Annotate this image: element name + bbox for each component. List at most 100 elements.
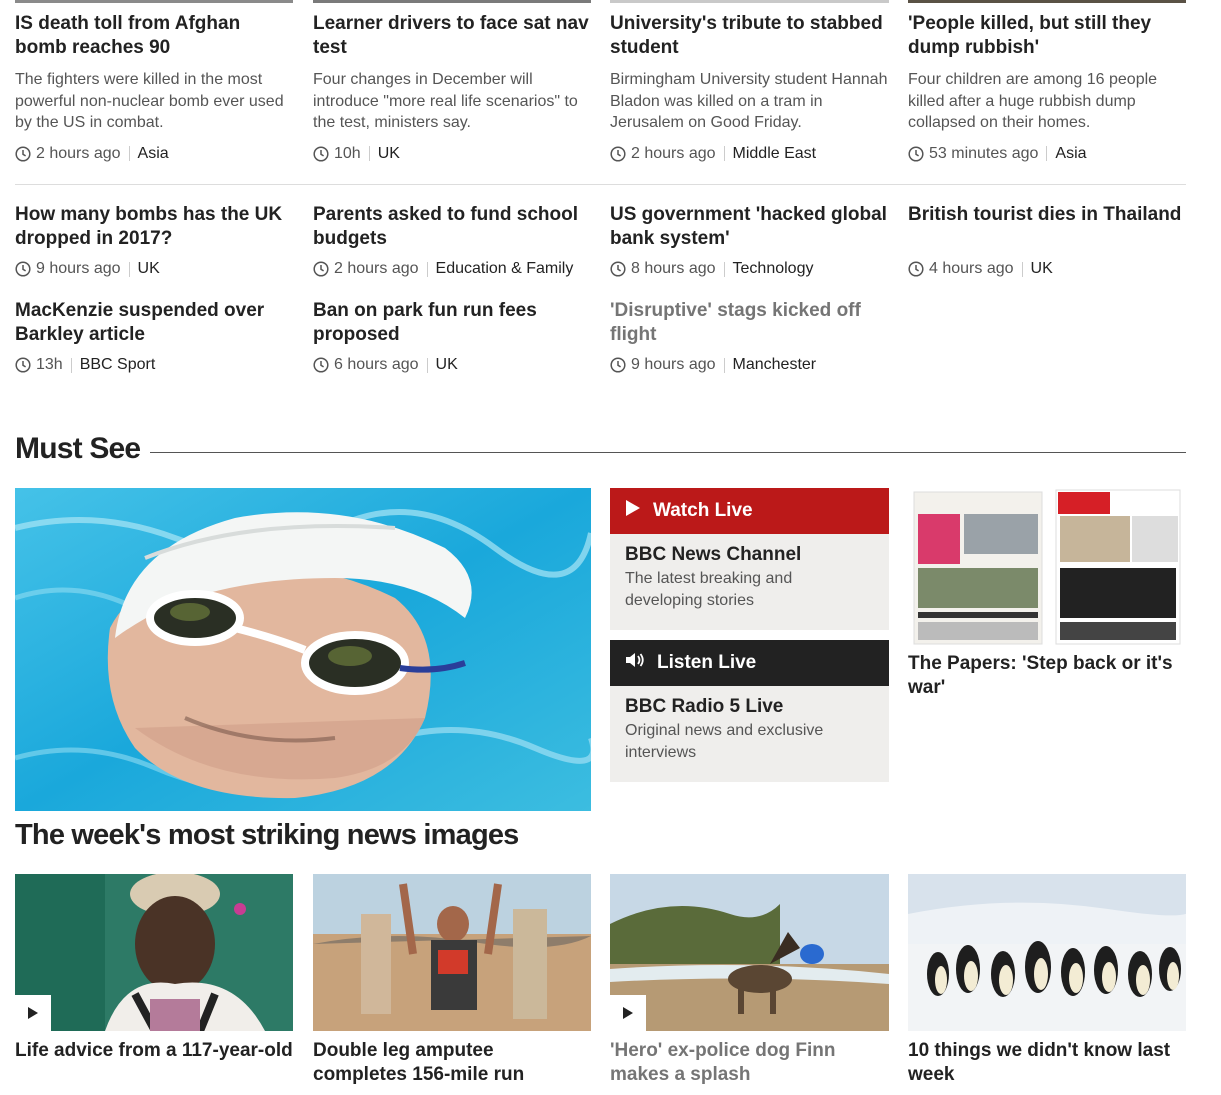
thumbnail[interactable] xyxy=(313,874,591,1031)
thumbnail-title[interactable]: 10 things we didn't know last week xyxy=(908,1039,1186,1087)
story-card: Ban on park fun run fees proposed 6 hour… xyxy=(313,299,591,375)
story-section-link[interactable]: Manchester xyxy=(733,356,817,374)
papers-headline[interactable]: The Papers: 'Step back or it's war' xyxy=(908,652,1186,700)
section-rule xyxy=(150,452,1186,453)
story-meta: 10h UK xyxy=(313,144,591,164)
clock-icon xyxy=(313,145,329,162)
story-card: IS death toll from Afghan bomb reaches 9… xyxy=(15,12,293,164)
story-headline[interactable]: Parents asked to fund school budgets xyxy=(313,203,591,251)
story-meta: 4 hours ago UK xyxy=(908,259,1186,279)
story-time: 4 hours ago xyxy=(929,260,1014,277)
watch-live-label: Watch Live xyxy=(653,500,753,521)
story-section-link[interactable]: Asia xyxy=(138,145,169,163)
hero-image[interactable] xyxy=(15,488,591,811)
play-icon xyxy=(28,1007,38,1019)
meta-divider xyxy=(723,261,725,277)
story-headline[interactable]: Ban on park fun run fees proposed xyxy=(313,299,591,347)
story-time: 2 hours ago xyxy=(334,260,419,277)
story-section-link[interactable]: BBC Sport xyxy=(80,356,156,374)
newspaper-front-pages xyxy=(908,488,1186,646)
story-headline[interactable]: Learner drivers to face sat nav test xyxy=(313,12,591,60)
clock-icon xyxy=(313,357,329,373)
story-meta: 8 hours ago Technology xyxy=(610,259,889,279)
clock-icon xyxy=(908,261,924,277)
station-name: BBC Radio 5 Live xyxy=(625,696,784,717)
story-time: 2 hours ago xyxy=(36,144,121,162)
meta-divider xyxy=(1046,146,1048,161)
watch-live-body: BBC News Channel The latest breaking and… xyxy=(610,534,889,612)
story-headline[interactable]: MacKenzie suspended over Barkley article xyxy=(15,299,293,347)
thumbnail-title[interactable]: 'Hero' ex-police dog Finn makes a splash xyxy=(610,1039,889,1087)
story-meta: 9 hours ago UK xyxy=(15,259,293,279)
story-time: 9 hours ago xyxy=(631,356,716,373)
story-headline[interactable]: IS death toll from Afghan bomb reaches 9… xyxy=(15,12,293,60)
meta-divider xyxy=(128,261,130,277)
story-headline[interactable]: 'People killed, but still they dump rubb… xyxy=(908,12,1186,60)
story-headline[interactable]: British tourist dies in Thailand xyxy=(908,203,1186,227)
story-meta: 2 hours ago Middle East xyxy=(610,144,889,164)
meta-divider xyxy=(723,146,725,161)
clock-icon xyxy=(313,261,329,277)
newspapers-image[interactable] xyxy=(908,488,1186,646)
thumbnail-title[interactable]: Double leg amputee completes 156-mile ru… xyxy=(313,1039,591,1087)
police-dog-image xyxy=(610,874,889,1031)
story-card: How many bombs has the UK dropped in 201… xyxy=(15,203,293,279)
section-divider xyxy=(15,184,1186,185)
clock-icon xyxy=(610,357,626,373)
thumbnail[interactable] xyxy=(15,874,293,1031)
story-section-link[interactable]: UK xyxy=(138,260,160,278)
story-time: 10h xyxy=(334,144,361,162)
story-headline[interactable]: US government 'hacked global bank system… xyxy=(610,203,889,251)
story-section-link[interactable]: UK xyxy=(1031,260,1053,278)
thumbnail-title[interactable]: Life advice from a 117-year-old xyxy=(15,1039,293,1063)
story-time: 6 hours ago xyxy=(334,356,419,373)
listen-live-card[interactable]: Listen Live BBC Radio 5 Live Original ne… xyxy=(610,640,889,782)
watch-live-card[interactable]: Watch Live BBC News Channel The latest b… xyxy=(610,488,889,630)
story-section-link[interactable]: Technology xyxy=(733,260,814,278)
story-time: 2 hours ago xyxy=(631,144,716,162)
clock-icon xyxy=(15,145,31,162)
story-summary: Four children are among 16 people killed… xyxy=(908,71,1158,131)
meta-divider xyxy=(1021,261,1023,277)
clock-icon xyxy=(908,145,924,162)
story-section-link[interactable]: UK xyxy=(378,145,400,163)
story-meta: 53 minutes ago Asia xyxy=(908,144,1186,164)
clock-icon xyxy=(15,261,31,277)
story-section-link[interactable]: Education & Family xyxy=(436,260,574,278)
story-section-link[interactable]: Asia xyxy=(1055,145,1086,163)
elderly-woman-image xyxy=(15,874,293,1031)
image-strip xyxy=(15,0,293,3)
story-headline[interactable]: University's tribute to stabbed student xyxy=(610,12,889,60)
story-meta: 2 hours ago Education & Family xyxy=(313,259,591,279)
story-headline[interactable]: How many bombs has the UK dropped in 201… xyxy=(15,203,293,251)
image-strip xyxy=(610,0,889,3)
story-meta: 2 hours ago Asia xyxy=(15,144,293,164)
runner-image xyxy=(313,874,591,1031)
story-meta: 13h BBC Sport xyxy=(15,355,293,375)
clock-icon xyxy=(15,357,31,373)
listen-live-body: BBC Radio 5 Live Original news and exclu… xyxy=(610,686,889,764)
story-meta: 6 hours ago UK xyxy=(313,355,591,375)
thumbnail[interactable] xyxy=(610,874,889,1031)
channel-name: BBC News Channel xyxy=(625,544,802,565)
story-card: Learner drivers to face sat nav test Fou… xyxy=(313,12,591,164)
speaker-icon xyxy=(625,652,645,674)
image-strip xyxy=(313,0,591,3)
story-section-link[interactable]: UK xyxy=(436,356,458,374)
story-summary: Four changes in December will introduce … xyxy=(313,71,578,131)
channel-desc: The latest breaking and developing stori… xyxy=(625,570,793,609)
story-card: MacKenzie suspended over Barkley article… xyxy=(15,299,293,375)
story-time: 13h xyxy=(36,356,63,373)
story-card: British tourist dies in Thailand 4 hours… xyxy=(908,203,1186,279)
story-card: 'People killed, but still they dump rubb… xyxy=(908,12,1186,164)
story-card: University's tribute to stabbed student … xyxy=(610,12,889,164)
hero-title[interactable]: The week's most striking news images xyxy=(15,819,519,852)
station-desc: Original news and exclusive interviews xyxy=(625,722,824,761)
story-section-link[interactable]: Middle East xyxy=(733,145,817,163)
thumbnail[interactable] xyxy=(908,874,1186,1031)
story-time: 9 hours ago xyxy=(36,260,121,277)
listen-live-bar: Listen Live xyxy=(610,640,889,686)
play-icon xyxy=(625,499,641,523)
meta-divider xyxy=(128,146,130,161)
story-headline[interactable]: 'Disruptive' stags kicked off flight xyxy=(610,299,889,347)
